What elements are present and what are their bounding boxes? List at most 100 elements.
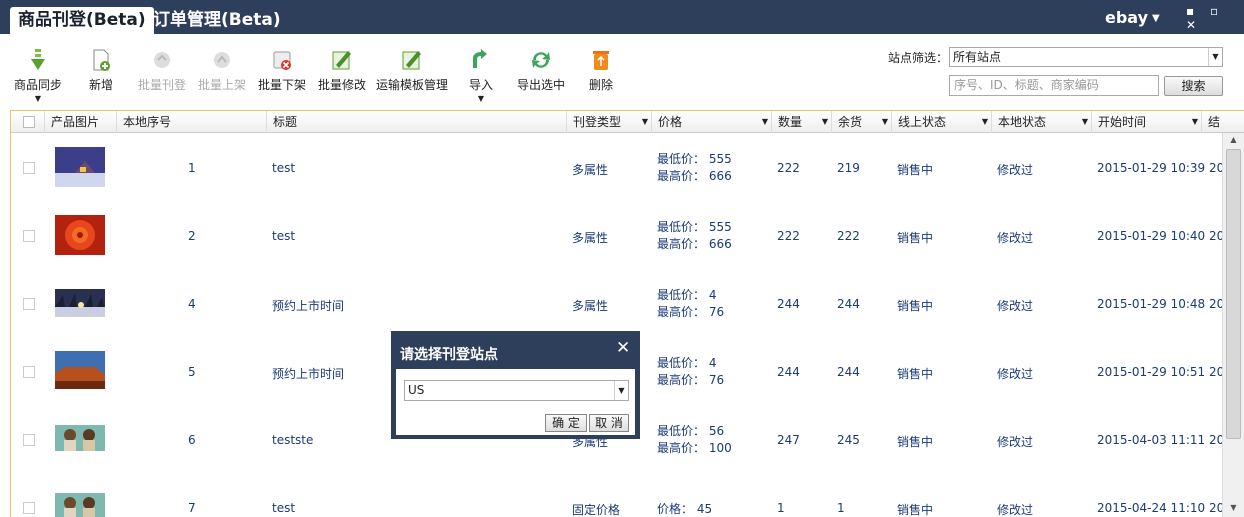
- product-thumbnail[interactable]: [55, 147, 105, 187]
- row-min-price: 最低价： 4: [657, 356, 717, 370]
- row-quantity: 222: [777, 229, 800, 243]
- row-title[interactable]: 预约上市时间: [272, 297, 344, 314]
- row-title[interactable]: 预约上市时间: [272, 365, 344, 382]
- row-title[interactable]: testste: [272, 433, 313, 447]
- select-site-dialog: 请选择刊登站点 ✕ US ▼ 确 定 取 消: [391, 331, 640, 439]
- batch-publish-icon: [154, 52, 170, 68]
- row-title[interactable]: test: [272, 161, 295, 175]
- product-thumbnail[interactable]: [55, 351, 105, 389]
- close-icon[interactable]: ✕: [616, 338, 630, 358]
- site-select[interactable]: US ▼: [404, 380, 629, 401]
- sync-button[interactable]: 商品同步 ▼: [14, 48, 62, 103]
- header-start-time[interactable]: 开始时间 ▼: [1092, 111, 1202, 133]
- batch-unshelve-icon: [273, 51, 291, 70]
- account-menu[interactable]: ebay ▼: [1105, 8, 1160, 27]
- dropdown-arrow-icon: ▼: [1081, 117, 1088, 126]
- site-filter-value: 所有站点: [953, 50, 1002, 64]
- header-end-time: 结: [1202, 111, 1244, 133]
- row-price: 最低价： 555 最高价： 666: [657, 151, 732, 185]
- delete-label: 删除: [589, 78, 614, 92]
- site-select-value: US: [408, 383, 425, 397]
- row-checkbox[interactable]: [23, 162, 35, 174]
- scroll-up-icon[interactable]: ▲: [1223, 133, 1244, 147]
- row-online-status: 销售中: [897, 163, 934, 177]
- dropdown-arrow-icon: ▼: [981, 117, 988, 126]
- chevron-down-icon: ▼: [614, 381, 628, 400]
- row-checkbox[interactable]: [23, 230, 35, 242]
- new-document-icon: [93, 49, 110, 71]
- batch-shelve-icon: [214, 52, 230, 68]
- row-index: 5: [188, 365, 196, 379]
- header-listing-type[interactable]: 刊登类型 ▼: [567, 111, 652, 133]
- new-button[interactable]: 新增: [89, 48, 113, 93]
- header-quantity[interactable]: 数量 ▼: [772, 111, 832, 133]
- search-input[interactable]: 序号、ID、标题、商家编码: [949, 75, 1159, 96]
- row-title[interactable]: test: [272, 229, 295, 243]
- tab-listing[interactable]: 商品刊登(Beta): [10, 7, 154, 34]
- row-quantity: 244: [777, 297, 800, 311]
- new-label: 新增: [89, 78, 114, 92]
- dropdown-arrow-icon: ▼: [881, 117, 888, 126]
- header-local-status-label: 本地状态: [998, 115, 1047, 129]
- row-max-price: 最高价： 666: [657, 237, 732, 251]
- scroll-down-icon[interactable]: ▼: [1223, 501, 1244, 515]
- product-thumbnail[interactable]: [55, 425, 105, 451]
- import-label: 导入: [469, 78, 494, 92]
- site-filter-select[interactable]: 所有站点 ▼: [949, 47, 1223, 67]
- header-image: 产品图片: [45, 111, 117, 133]
- import-button[interactable]: 导入 ▼: [469, 48, 493, 103]
- batch-edit-button[interactable]: 批量修改: [318, 48, 366, 93]
- chevron-down-icon: ▼: [477, 94, 485, 103]
- table-row[interactable]: 4 预约上市时间 多属性 最低价： 4 最高价： 76 244 244 销售中 修…: [11, 269, 1224, 337]
- table-row[interactable]: 1 test 多属性 最低价： 555 最高价： 666 222 219 销售中 …: [11, 133, 1224, 201]
- row-listing-type: 固定价格: [572, 503, 621, 517]
- header-online-status[interactable]: 线上状态 ▼: [892, 111, 992, 133]
- confirm-button[interactable]: 确 定: [545, 414, 587, 432]
- product-thumbnail[interactable]: [55, 289, 105, 317]
- batch-publish-button[interactable]: 批量刊登: [138, 48, 186, 93]
- row-stock: 244: [837, 365, 860, 379]
- delete-icon: [593, 51, 609, 70]
- header-start-time-label: 开始时间: [1098, 115, 1147, 129]
- select-all-checkbox[interactable]: [23, 116, 35, 128]
- row-index: 7: [188, 501, 196, 515]
- export-button[interactable]: 导出选中: [517, 48, 565, 93]
- header-select-all-cell: [11, 111, 45, 133]
- row-stock: 1: [837, 501, 845, 515]
- delete-button[interactable]: 删除: [589, 48, 613, 93]
- chevron-down-icon: ▼: [1152, 13, 1160, 24]
- row-quantity: 222: [777, 161, 800, 175]
- batch-shelve-button[interactable]: 批量上架: [198, 48, 246, 93]
- row-checkbox[interactable]: [23, 434, 35, 446]
- row-checkbox[interactable]: [23, 298, 35, 310]
- table-row[interactable]: 2 test 多属性 最低价： 555 最高价： 666 222 222 销售中 …: [11, 201, 1224, 269]
- header-price[interactable]: 价格 ▼: [652, 111, 772, 133]
- row-listing-type: 多属性: [572, 299, 609, 313]
- row-min-price: 最低价： 4: [657, 288, 717, 302]
- table-row[interactable]: 7 test 固定价格 价格： 45 1 1 销售中 修改过 2015-04-2…: [11, 473, 1224, 517]
- row-start-time: 2015-01-29 10:51: [1097, 365, 1206, 379]
- shipping-template-button[interactable]: 运输模板管理: [376, 48, 448, 93]
- row-checkbox[interactable]: [23, 502, 35, 514]
- export-label: 导出选中: [517, 78, 566, 92]
- row-start-time: 2015-04-24 11:10: [1097, 501, 1206, 515]
- product-thumbnail[interactable]: [55, 215, 105, 255]
- row-min-price: 最低价： 56: [657, 424, 725, 438]
- row-min-price: 最低价： 555: [657, 152, 732, 166]
- row-stock: 222: [837, 229, 860, 243]
- window-controls[interactable]: ▪ ▫ ✕: [1186, 4, 1244, 32]
- header-local-status[interactable]: 本地状态 ▼: [992, 111, 1092, 133]
- cancel-button[interactable]: 取 消: [589, 414, 629, 432]
- row-title[interactable]: test: [272, 501, 295, 515]
- row-start-time: 2015-01-29 10:48: [1097, 297, 1206, 311]
- vertical-scrollbar[interactable]: ▲ ▼: [1222, 133, 1244, 517]
- header-stock[interactable]: 余货 ▼: [832, 111, 892, 133]
- row-price: 价格： 45: [657, 501, 712, 517]
- batch-unshelve-button[interactable]: 批量下架: [258, 48, 306, 93]
- product-table: 产品图片 本地序号 标题 刊登类型 ▼ 价格 ▼ 数量 ▼ 余货 ▼ 线上状态 ▼ 本地状…: [10, 110, 1244, 517]
- row-checkbox[interactable]: [23, 366, 35, 378]
- product-thumbnail[interactable]: [55, 493, 105, 517]
- search-button[interactable]: 搜索: [1164, 76, 1223, 96]
- scrollbar-thumb[interactable]: [1226, 149, 1241, 439]
- tab-orders[interactable]: 订单管理(Beta): [145, 7, 289, 34]
